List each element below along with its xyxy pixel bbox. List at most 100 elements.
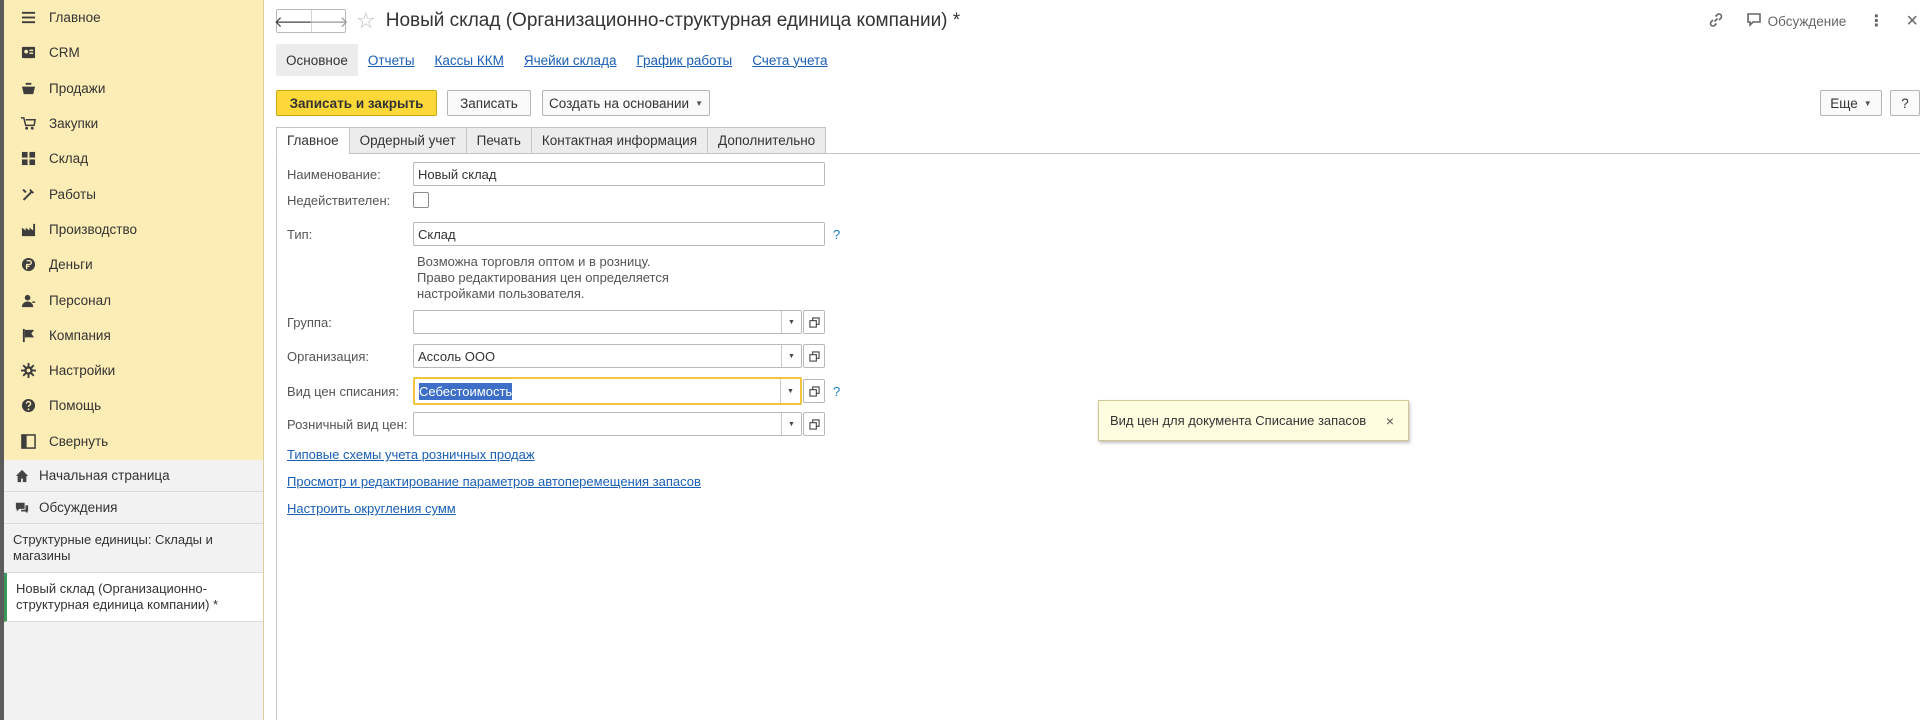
sidebar-item-main[interactable]: Главное	[4, 0, 263, 35]
forward-button[interactable]: 🡒	[308, 10, 349, 32]
sidebar-item-label: Персонал	[49, 292, 111, 308]
sidebar: Главное CRM Продажи Закупки Склад Работы…	[0, 0, 264, 720]
sidebar-item-label: CRM	[49, 45, 80, 61]
form-tabs: Главное Ордерный учет Печать Контактная …	[276, 127, 827, 154]
create-based-on-button[interactable]: Создать на основании ▼	[542, 90, 710, 116]
type-help-link[interactable]: ?	[833, 227, 840, 242]
type-row: Тип: Склад ?	[287, 222, 840, 246]
type-input[interactable]: Склад	[413, 222, 825, 246]
retail-price-dropdown-button[interactable]: ▼	[781, 413, 801, 435]
retail-price-input[interactable]: ▼	[413, 412, 802, 436]
favorite-star-icon[interactable]: ☆	[356, 8, 376, 34]
open-window-icon	[808, 385, 820, 397]
rounding-settings-link[interactable]: Настроить округления сумм	[287, 501, 456, 516]
organization-input[interactable]: Ассоль ООО ▼	[413, 344, 802, 368]
window-item-warehouses-list[interactable]: Структурные единицы: Склады и магазины	[4, 524, 263, 573]
discussions-label: Обсуждения	[39, 500, 118, 515]
group-input[interactable]: ▼	[413, 310, 802, 334]
type-note-line: настройками пользователя.	[417, 286, 585, 301]
gear-icon	[20, 363, 36, 379]
help-button[interactable]: ?	[1890, 90, 1920, 116]
home-page-label: Начальная страница	[39, 468, 170, 483]
title-bar: 🡐 🡒 ☆ Новый склад (Организационно-структ…	[274, 8, 961, 34]
sidebar-item-company[interactable]: Компания	[4, 318, 263, 353]
history-nav: 🡐 🡒	[274, 9, 349, 33]
field-tooltip: Вид цен для документа Списание запасов ×	[1098, 400, 1409, 441]
discussion-button[interactable]: Обсуждение	[1746, 12, 1846, 31]
type-label: Тип:	[287, 226, 313, 242]
section-reports[interactable]: Отчеты	[358, 44, 425, 76]
sidebar-item-settings[interactable]: Настройки	[4, 353, 263, 388]
section-accounts[interactable]: Счета учета	[742, 44, 837, 76]
save-and-close-button[interactable]: Записать и закрыть	[276, 90, 437, 116]
sidebar-item-label: Деньги	[49, 257, 93, 273]
grid-icon	[20, 151, 36, 167]
sidebar-item-works[interactable]: Работы	[4, 176, 263, 211]
discussions-link[interactable]: Обсуждения	[4, 492, 263, 524]
organization-value: Ассоль ООО	[418, 348, 496, 364]
more-actions-button[interactable]: Еще ▼	[1820, 90, 1882, 116]
type-note-line: Возможна торговля оптом и в розницу.	[417, 254, 651, 269]
writeoff-price-value: Себестоимость	[419, 382, 513, 400]
save-button[interactable]: Записать	[447, 90, 531, 116]
writeoff-price-input[interactable]: Себестоимость ▼	[413, 377, 802, 405]
sidebar-item-production[interactable]: Производство	[4, 212, 263, 247]
chat-icon	[1746, 12, 1762, 31]
sidebar-item-help[interactable]: Помощь	[4, 388, 263, 423]
writeoff-help-link[interactable]: ?	[833, 384, 840, 399]
sidebar-item-label: Настройки	[49, 363, 116, 379]
section-storage-cells[interactable]: Ячейки склада	[514, 44, 627, 76]
group-dropdown-button[interactable]: ▼	[781, 311, 801, 333]
sidebar-item-personnel[interactable]: Персонал	[4, 282, 263, 317]
sidebar-item-label: Работы	[49, 186, 96, 202]
organization-open-button[interactable]	[803, 344, 825, 368]
create-based-on-label: Создать на основании	[549, 95, 690, 111]
chat-icon	[14, 500, 30, 516]
inactive-checkbox[interactable]	[413, 192, 429, 208]
writeoff-price-open-button[interactable]	[803, 379, 825, 403]
sidebar-item-money[interactable]: Деньги	[4, 247, 263, 282]
page-title: Новый склад (Организационно-структурная …	[385, 10, 961, 31]
factory-icon	[20, 221, 36, 237]
name-input[interactable]: Новый склад	[413, 162, 825, 186]
close-icon: ×	[1906, 9, 1918, 32]
sidebar-item-label: Свернуть	[49, 433, 109, 449]
writeoff-price-dropdown-button[interactable]: ▼	[780, 379, 800, 403]
chevron-down-icon: ▼	[1863, 98, 1872, 108]
collapse-icon	[20, 433, 36, 449]
organization-label: Организация:	[287, 348, 370, 364]
sidebar-item-crm[interactable]: CRM	[4, 35, 263, 70]
tab-contact-info[interactable]: Контактная информация	[530, 127, 708, 154]
retail-schemes-link[interactable]: Типовые схемы учета розничных продаж	[287, 447, 535, 462]
tab-additional[interactable]: Дополнительно	[707, 127, 827, 154]
link-icon	[1708, 12, 1724, 31]
organization-dropdown-button[interactable]: ▼	[781, 345, 801, 367]
back-button[interactable]: 🡐	[274, 10, 314, 32]
section-cash-registers[interactable]: Кассы ККМ	[425, 44, 514, 76]
sidebar-item-purchases[interactable]: Закупки	[4, 106, 263, 141]
section-main[interactable]: Основное	[276, 44, 358, 76]
ruble-icon	[20, 257, 36, 273]
home-page-link[interactable]: Начальная страница	[4, 460, 263, 492]
sidebar-item-warehouse[interactable]: Склад	[4, 141, 263, 176]
home-icon	[14, 468, 30, 484]
sidebar-item-label: Главное	[49, 10, 101, 26]
tab-main[interactable]: Главное	[276, 127, 349, 154]
basket-icon	[20, 80, 36, 96]
tab-print[interactable]: Печать	[465, 127, 531, 154]
auto-transfer-params-link[interactable]: Просмотр и редактирование параметров авт…	[287, 474, 701, 489]
section-nav: Главное CRM Продажи Закупки Склад Работы…	[4, 0, 263, 459]
writeoff-price-row: Вид цен списания: Себестоимость ▼ ?	[287, 377, 840, 405]
section-work-schedule[interactable]: График работы	[626, 44, 742, 76]
more-menu-button[interactable]: ⋮	[1868, 11, 1884, 31]
retail-price-open-button[interactable]	[803, 412, 825, 436]
window-item-new-warehouse[interactable]: Новый склад (Организационно-структурная …	[4, 573, 263, 622]
tab-order-accounting[interactable]: Ордерный учет	[348, 127, 466, 154]
sidebar-item-sales[interactable]: Продажи	[4, 71, 263, 106]
link-button[interactable]	[1708, 12, 1724, 31]
group-open-button[interactable]	[803, 310, 825, 334]
sidebar-item-collapse[interactable]: Свернуть	[4, 424, 263, 459]
close-button[interactable]: ×	[1906, 10, 1918, 33]
tooltip-close-icon[interactable]: ×	[1386, 413, 1394, 429]
chevron-down-icon: ▼	[695, 98, 703, 108]
